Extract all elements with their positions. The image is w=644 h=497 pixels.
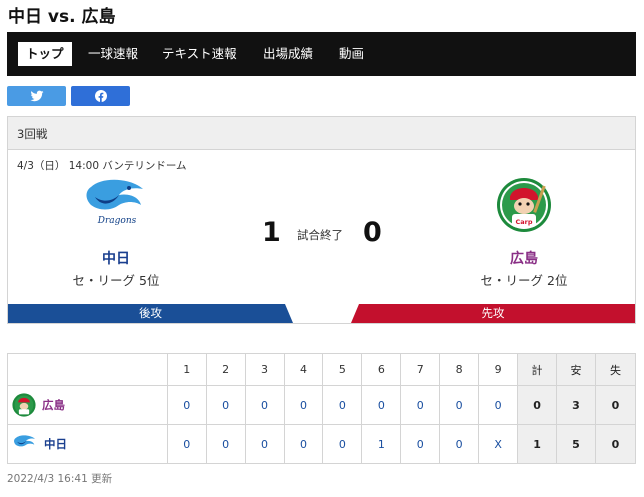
away-side-bar: 先攻 bbox=[351, 304, 635, 323]
inning-score: 0 bbox=[244, 385, 285, 425]
linescore-header-row: 1 2 3 4 5 6 7 8 9 計 安 失 bbox=[7, 353, 637, 386]
home-team-name[interactable]: 中日 bbox=[56, 248, 176, 268]
home-side-bar: 後攻 bbox=[8, 304, 293, 323]
errors-header: 失 bbox=[594, 353, 637, 386]
home-team-rank: セ・リーグ 5位 bbox=[72, 273, 160, 288]
runs-total: 1 bbox=[517, 424, 557, 464]
hits-total: 3 bbox=[555, 385, 596, 425]
runs-total-header: 計 bbox=[517, 353, 557, 386]
inning-score: X bbox=[478, 424, 519, 464]
game-status: 試合終了 bbox=[297, 228, 343, 242]
inning-score: 0 bbox=[322, 385, 363, 425]
linescore-table: 1 2 3 4 5 6 7 8 9 計 安 失 広島 0 0 0 0 0 0 0… bbox=[7, 353, 637, 464]
inning-score: 0 bbox=[361, 385, 402, 425]
scoreboard-card: 3回戦 4/3（日） 14:00 バンテリンドーム Dragons 中日 セ・リ… bbox=[7, 116, 636, 324]
carp-logo[interactable]: Carp bbox=[496, 177, 552, 237]
card-header: 3回戦 bbox=[8, 117, 635, 150]
inning-header: 4 bbox=[283, 353, 324, 386]
away-team-name[interactable]: 広島 bbox=[464, 248, 584, 268]
errors-total: 0 bbox=[594, 424, 637, 464]
inning-score: 1 bbox=[361, 424, 402, 464]
team-name-link[interactable]: 中日 bbox=[44, 436, 67, 452]
inning-score: 0 bbox=[439, 385, 480, 425]
twitter-share-button[interactable] bbox=[7, 86, 66, 106]
errors-total: 0 bbox=[594, 385, 637, 425]
carp-small-logo-icon bbox=[12, 393, 36, 417]
updated-timestamp: 2022/4/3 16:41 更新 bbox=[7, 473, 113, 485]
inning-header: 6 bbox=[361, 353, 402, 386]
game-round: 3回戦 bbox=[17, 127, 48, 141]
twitter-bird-icon bbox=[30, 90, 43, 102]
inning-score: 0 bbox=[478, 385, 519, 425]
table-row: 広島 0 0 0 0 0 0 0 0 0 0 3 0 bbox=[7, 385, 637, 425]
hits-header: 安 bbox=[555, 353, 596, 386]
team-cell[interactable]: 広島 bbox=[7, 385, 168, 425]
inning-score: 0 bbox=[166, 424, 207, 464]
team-name-link[interactable]: 広島 bbox=[42, 397, 65, 413]
hits-total: 5 bbox=[555, 424, 596, 464]
tab-player-stats[interactable]: 出場成績 bbox=[263, 42, 313, 66]
svg-text:Dragons: Dragons bbox=[97, 216, 137, 226]
inning-header: 2 bbox=[205, 353, 246, 386]
inning-score: 0 bbox=[283, 385, 324, 425]
home-score: 1 bbox=[262, 217, 281, 248]
inning-header: 5 bbox=[322, 353, 363, 386]
team-header-cell bbox=[7, 353, 168, 386]
inning-score: 0 bbox=[400, 424, 441, 464]
inning-score: 0 bbox=[283, 424, 324, 464]
tab-text-updates[interactable]: テキスト速報 bbox=[162, 42, 237, 66]
inning-header: 3 bbox=[244, 353, 285, 386]
inning-score: 0 bbox=[400, 385, 441, 425]
away-team-rank: セ・リーグ 2位 bbox=[480, 273, 568, 288]
team-cell[interactable]: 中日 bbox=[7, 424, 168, 464]
page-title: 中日 vs. 広島 bbox=[8, 7, 116, 27]
dragons-logo[interactable]: Dragons bbox=[81, 179, 151, 231]
table-row: 中日 0 0 0 0 0 1 0 0 X 1 5 0 bbox=[7, 424, 637, 464]
inning-score: 0 bbox=[166, 385, 207, 425]
facebook-share-button[interactable] bbox=[71, 86, 130, 106]
inning-header: 8 bbox=[439, 353, 480, 386]
inning-score: 0 bbox=[439, 424, 480, 464]
away-score: 0 bbox=[363, 217, 382, 248]
inning-header: 1 bbox=[166, 353, 207, 386]
inning-score: 0 bbox=[205, 385, 246, 425]
runs-total: 0 bbox=[517, 385, 557, 425]
tab-pitch-by-pitch[interactable]: 一球速報 bbox=[88, 42, 138, 66]
inning-header: 9 bbox=[478, 353, 519, 386]
tab-videos[interactable]: 動画 bbox=[339, 42, 364, 66]
inning-score: 0 bbox=[244, 424, 285, 464]
game-info: 4/3（日） 14:00 バンテリンドーム bbox=[17, 160, 187, 172]
inning-header: 7 bbox=[400, 353, 441, 386]
game-nav: トップ 一球速報 テキスト速報 出場成績 動画 bbox=[7, 32, 636, 76]
inning-score: 0 bbox=[322, 424, 363, 464]
facebook-f-icon bbox=[94, 90, 107, 102]
tab-top[interactable]: トップ bbox=[18, 42, 72, 66]
dragons-small-logo-icon bbox=[14, 435, 36, 447]
inning-score: 0 bbox=[205, 424, 246, 464]
svg-text:Carp: Carp bbox=[515, 218, 532, 226]
